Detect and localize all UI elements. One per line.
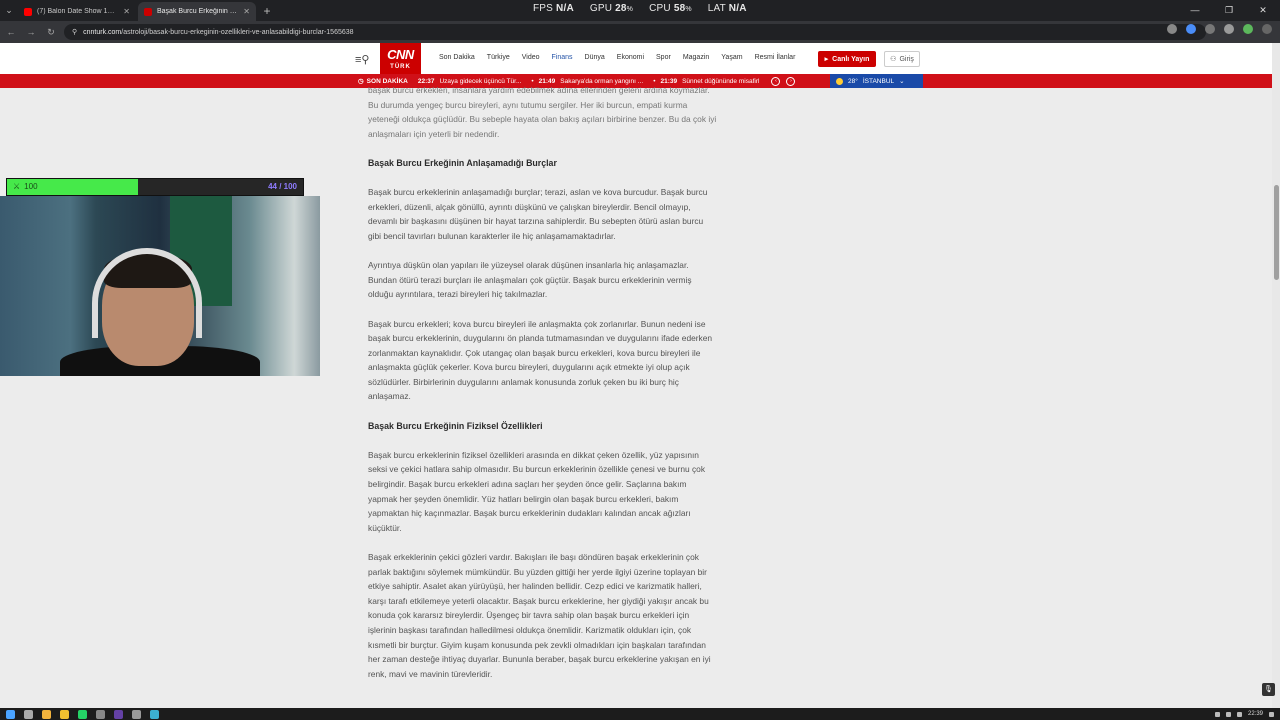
article-heading: Başak Burcu Erkeğinin Anlaşamadığı Burçl… [368, 157, 557, 168]
weather-widget[interactable]: 28° İSTANBUL ⌄ [830, 74, 923, 88]
tab-favicon-icon [24, 7, 32, 16]
sun-icon [836, 77, 843, 85]
search-icon[interactable] [24, 709, 33, 719]
stream-hp-bar: ⚔ 100 44 / 100 [6, 178, 304, 196]
article-heading: Başak Burcu Erkeğinin Fiziksel Özellikle… [368, 420, 543, 431]
ticker-prev-icon[interactable]: ‹ [771, 76, 781, 86]
back-icon[interactable]: ← [4, 27, 18, 37]
browser-tab[interactable]: (7) Balon Date Show 14. Bölüm ✕ [18, 2, 136, 21]
tab-favicon-icon [144, 7, 152, 16]
start-icon[interactable] [6, 709, 15, 719]
nav-item[interactable]: Dünya [585, 54, 605, 61]
chrome-icon[interactable] [42, 709, 51, 719]
kebab-menu-icon[interactable] [1262, 24, 1272, 34]
article-paragraph: Başak burcu erkeklerinin fiziksel özelli… [368, 449, 706, 533]
page-scrollbar[interactable] [1272, 43, 1280, 708]
webcam-feed [0, 196, 320, 376]
fps-stat: FPS N/A [533, 3, 574, 14]
network-icon[interactable] [1225, 711, 1231, 717]
sword-icon: ⚔ [13, 182, 21, 191]
article-paragraph: Başak burcu erkeklerinin anlaşamadığı bu… [368, 187, 708, 241]
extension-icon[interactable] [1186, 24, 1196, 34]
article-paragraph: Başak burcu erkekleri; kova burcu bireyl… [368, 318, 713, 402]
clock-text[interactable]: 22:39 [1248, 711, 1263, 717]
profile-avatar-icon[interactable] [1243, 24, 1253, 34]
obs-icon[interactable] [132, 709, 141, 719]
article-body: başak burcu erkekleri, insanlara yardım … [368, 83, 718, 696]
hp-count: 44 / 100 [268, 182, 297, 191]
site-info-icon[interactable]: ⚲ [72, 28, 77, 36]
tab-title: (7) Balon Date Show 14. Bölüm [37, 8, 118, 15]
main-nav: Son Dakika Türkiye Video Finans Dünya Ekonomi… [439, 54, 795, 61]
cnn-turk-logo[interactable]: CNN TÜRK [380, 43, 421, 74]
tab-close-icon[interactable]: ✕ [243, 7, 250, 16]
taskbar-app-icon[interactable] [96, 709, 105, 719]
volume-icon[interactable] [1236, 711, 1242, 717]
close-window-icon[interactable]: ✕ [1246, 0, 1280, 21]
ticker-controls: ‹ › [771, 76, 796, 86]
system-tray: 22:39 [1214, 708, 1274, 720]
whatsapp-icon[interactable] [78, 709, 87, 719]
browser-tab[interactable]: Başak Burcu Erkeğinin Özellikle ✕ [138, 2, 256, 21]
ticker-next-icon[interactable]: › [786, 76, 796, 86]
url-field[interactable]: ⚲ cnnturk.com/astroloji/basak-burcu-erke… [64, 24, 1206, 40]
nav-item[interactable]: Finans [552, 54, 573, 61]
taskbar: 22:39 [0, 708, 1280, 720]
article-paragraph: Başak erkeklerinin çekici gözleri vardır… [368, 552, 711, 679]
nav-item[interactable]: Magazin [683, 54, 709, 61]
extensions-puzzle-icon[interactable] [1205, 24, 1215, 34]
article-paragraph: başak burcu erkekleri, insanlara yardım … [368, 85, 717, 139]
gpu-stat: GPU 28% [589, 3, 634, 14]
nav-item[interactable]: Video [522, 54, 540, 61]
forward-icon[interactable]: → [24, 27, 38, 37]
tray-chevron-icon[interactable] [1214, 711, 1220, 717]
hamburger-search-icon[interactable]: ≡⚲ [355, 53, 369, 66]
microphone-icon[interactable]: 🎙 [1262, 683, 1275, 696]
live-broadcast-button[interactable]: ▸ Canlı Yayın [818, 51, 876, 67]
chevron-down-icon: ⌄ [899, 78, 905, 85]
hp-label: ⚔ 100 [13, 182, 38, 191]
clock-icon: ◷ [358, 78, 364, 85]
address-bar-row: ← → ↻ ⚲ cnnturk.com/astroloji/basak-burc… [0, 21, 1280, 43]
maximize-icon[interactable]: ❐ [1212, 0, 1246, 21]
new-tab-button[interactable]: + [258, 2, 276, 21]
download-icon[interactable] [1224, 24, 1234, 34]
lat-stat: LAT N/A [707, 3, 747, 14]
nav-item[interactable]: Yaşam [721, 54, 742, 61]
minimize-icon[interactable]: — [1178, 0, 1212, 21]
file-explorer-icon[interactable] [60, 709, 69, 719]
article-paragraph: Ayrıntıya düşkün olan yapıları ile yüzey… [368, 260, 692, 300]
bookmark-star-icon[interactable] [1167, 24, 1177, 34]
nav-item[interactable]: Resmi İlanlar [755, 54, 796, 61]
window-controls: — ❐ ✕ [1178, 0, 1280, 21]
nav-item[interactable]: Türkiye [487, 54, 510, 61]
vscode-icon[interactable] [150, 709, 159, 719]
user-icon: ⚇ [890, 56, 897, 63]
extensions-area [1167, 24, 1272, 34]
tab-search-icon[interactable]: ⌄ [0, 0, 18, 21]
play-icon: ▸ [824, 56, 829, 63]
tab-title: Başak Burcu Erkeğinin Özellikle [157, 8, 239, 15]
nav-item[interactable]: Ekonomi [617, 54, 644, 61]
cpu-stat: CPU 58% [649, 3, 692, 14]
nav-item[interactable]: Son Dakika [439, 54, 475, 61]
scrollbar-thumb[interactable] [1274, 185, 1279, 280]
site-header: ≡⚲ CNN TÜRK Son Dakika Türkiye Video Finans… [0, 43, 1280, 74]
tab-list: (7) Balon Date Show 14. Bölüm✕Başak Burc… [18, 2, 258, 21]
reload-icon[interactable]: ↻ [44, 27, 58, 38]
notification-icon[interactable] [1269, 711, 1274, 717]
login-button[interactable]: ⚇ Giriş [884, 51, 920, 67]
nav-item[interactable]: Spor [656, 54, 671, 61]
tab-close-icon[interactable]: ✕ [123, 7, 130, 16]
discord-icon[interactable] [114, 709, 123, 719]
performance-overlay: FPS N/A GPU 28% CPU 58% LAT N/A [533, 3, 747, 14]
